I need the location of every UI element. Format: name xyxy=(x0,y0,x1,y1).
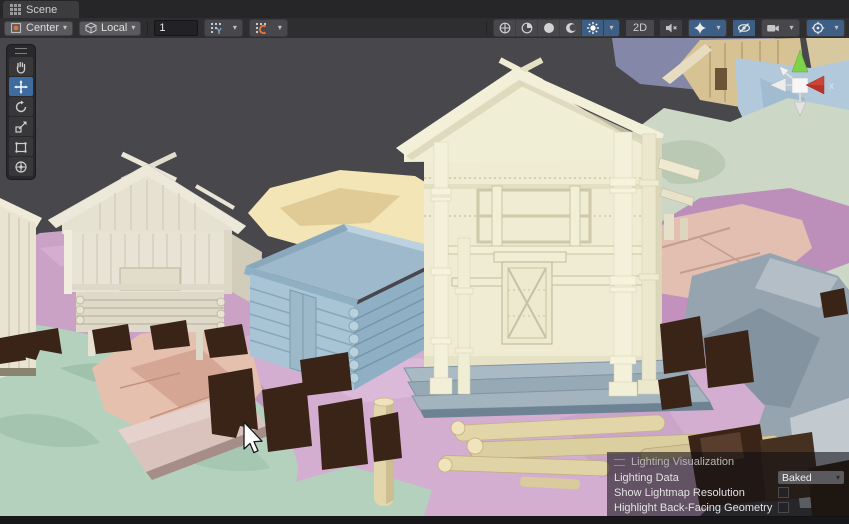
pivot-icon xyxy=(10,22,22,34)
unity-scene-window: Scene Center ▾ Local ▾ xyxy=(0,0,849,524)
chevron-down-icon: ▾ xyxy=(609,24,613,32)
move-icon xyxy=(14,80,28,94)
sparkle-icon xyxy=(693,21,707,35)
shaded-wireframe-icon xyxy=(520,21,534,35)
transform-icon xyxy=(14,160,28,174)
wireframe-mode-button[interactable] xyxy=(494,20,516,36)
snap-group: ▾ xyxy=(249,19,288,37)
snap-increment-icon xyxy=(254,21,268,35)
grid-visibility-group: Y ▾ xyxy=(204,19,243,37)
camera-group: ▾ xyxy=(761,19,800,37)
rotate-icon xyxy=(14,100,28,114)
toolbar-separator xyxy=(486,21,487,35)
chevron-down-icon: ▾ xyxy=(789,24,793,32)
shaded-mode-button[interactable] xyxy=(538,20,560,36)
highlight-backfacing-checkbox[interactable] xyxy=(778,502,789,513)
hand-icon xyxy=(14,60,28,74)
lighting-visualization-panel: Lighting Visualization Lighting Data Bak… xyxy=(607,452,849,517)
lighting-options-dropdown[interactable]: ▾ xyxy=(604,20,619,36)
lighting-panel-title: Lighting Visualization xyxy=(631,456,734,468)
handle-orientation-label: Local xyxy=(101,22,127,34)
tab-scene[interactable]: Scene xyxy=(3,1,79,18)
svg-text:Y: Y xyxy=(217,27,223,35)
chevron-down-icon: ▾ xyxy=(131,24,135,32)
effects-toggle-button[interactable] xyxy=(689,20,711,36)
scale-tool-button[interactable] xyxy=(9,117,33,136)
tab-bar: Scene xyxy=(0,0,849,19)
chevron-down-icon: ▾ xyxy=(834,24,838,32)
cube-icon xyxy=(85,22,97,34)
chevron-down-icon: ▾ xyxy=(233,24,237,32)
shaded-sphere-icon xyxy=(542,21,556,35)
handle-orientation-dropdown[interactable]: Local ▾ xyxy=(79,21,141,36)
draw-mode-group: ▾ xyxy=(493,19,620,37)
hand-tool-button[interactable] xyxy=(9,57,33,76)
drag-handle-icon xyxy=(614,459,625,466)
pivot-mode-label: Center xyxy=(26,22,59,34)
show-lightmap-resolution-row: Show Lightmap Resolution xyxy=(607,485,849,500)
gizmos-options-dropdown[interactable]: ▾ xyxy=(829,20,844,36)
debug-draw-mode-button[interactable] xyxy=(560,20,582,36)
show-lightmap-resolution-checkbox[interactable] xyxy=(778,487,789,498)
2d-label: 2D xyxy=(633,22,647,34)
lighting-data-row: Lighting Data Baked ▾ xyxy=(607,470,849,485)
gizmo-center-cube[interactable] xyxy=(792,78,808,93)
gizmo-x-label: x xyxy=(829,81,834,92)
gizmos-group: ▾ xyxy=(806,19,845,37)
lighting-data-value: Baked xyxy=(782,472,812,484)
wireframe-sphere-icon xyxy=(498,21,512,35)
camera-preview-button[interactable] xyxy=(762,20,784,36)
grid-visibility-button[interactable]: Y xyxy=(205,20,227,36)
eye-slash-icon xyxy=(737,21,751,35)
scene-visibility-button[interactable] xyxy=(733,20,755,36)
grid-menu-icon xyxy=(10,4,21,15)
grid-axis-y-icon: Y xyxy=(209,21,223,35)
scene-toolbar: Center ▾ Local ▾ Y ▾ xyxy=(0,18,849,39)
occlusion-sphere-icon xyxy=(564,21,578,35)
lighting-panel-header[interactable]: Lighting Visualization xyxy=(607,452,849,470)
move-tool-button[interactable] xyxy=(9,77,33,96)
scale-icon xyxy=(14,120,28,134)
sun-icon xyxy=(586,21,600,35)
lighting-data-label: Lighting Data xyxy=(614,472,778,484)
speaker-mute-icon xyxy=(664,21,678,35)
audio-toggle-button[interactable] xyxy=(660,20,682,36)
overlay-drag-handle[interactable] xyxy=(15,48,27,54)
chevron-down-icon: ▾ xyxy=(278,24,282,32)
tab-scene-label: Scene xyxy=(26,4,57,16)
view-options-cluster: ▾ 2D ▾ xyxy=(486,19,845,37)
tools-overlay xyxy=(6,44,36,180)
toolbar-separator xyxy=(147,21,148,35)
viewport-bottom-strip xyxy=(0,516,849,524)
highlight-backfacing-row: Highlight Back-Facing Geometry xyxy=(607,500,849,515)
effects-options-dropdown[interactable]: ▾ xyxy=(711,20,726,36)
rect-tool-icon xyxy=(14,140,28,154)
2d-toggle-button[interactable]: 2D xyxy=(626,20,654,36)
grid-size-input[interactable] xyxy=(154,20,198,36)
lighting-data-dropdown[interactable]: Baked ▾ xyxy=(778,471,844,484)
chevron-down-icon: ▾ xyxy=(716,24,720,32)
shaded-wireframe-mode-button[interactable] xyxy=(516,20,538,36)
grid-options-dropdown[interactable]: ▾ xyxy=(227,20,242,36)
snap-increment-button[interactable] xyxy=(250,20,272,36)
highlight-backfacing-label: Highlight Back-Facing Geometry xyxy=(614,502,778,514)
snap-options-dropdown[interactable]: ▾ xyxy=(272,20,287,36)
show-lightmap-resolution-label: Show Lightmap Resolution xyxy=(614,487,778,499)
rotate-tool-button[interactable] xyxy=(9,97,33,116)
rect-tool-button[interactable] xyxy=(9,137,33,156)
transform-tool-button[interactable] xyxy=(9,157,33,176)
camera-options-dropdown[interactable]: ▾ xyxy=(784,20,799,36)
effects-group: ▾ xyxy=(688,19,727,37)
gizmos-toggle-button[interactable] xyxy=(807,20,829,36)
gizmos-crosshair-icon xyxy=(811,21,825,35)
scene-lighting-toggle[interactable] xyxy=(582,20,604,36)
chevron-down-icon: ▾ xyxy=(63,24,67,32)
pivot-mode-dropdown[interactable]: Center ▾ xyxy=(4,21,73,36)
camera-icon xyxy=(766,21,780,35)
chevron-down-icon: ▾ xyxy=(836,474,840,482)
